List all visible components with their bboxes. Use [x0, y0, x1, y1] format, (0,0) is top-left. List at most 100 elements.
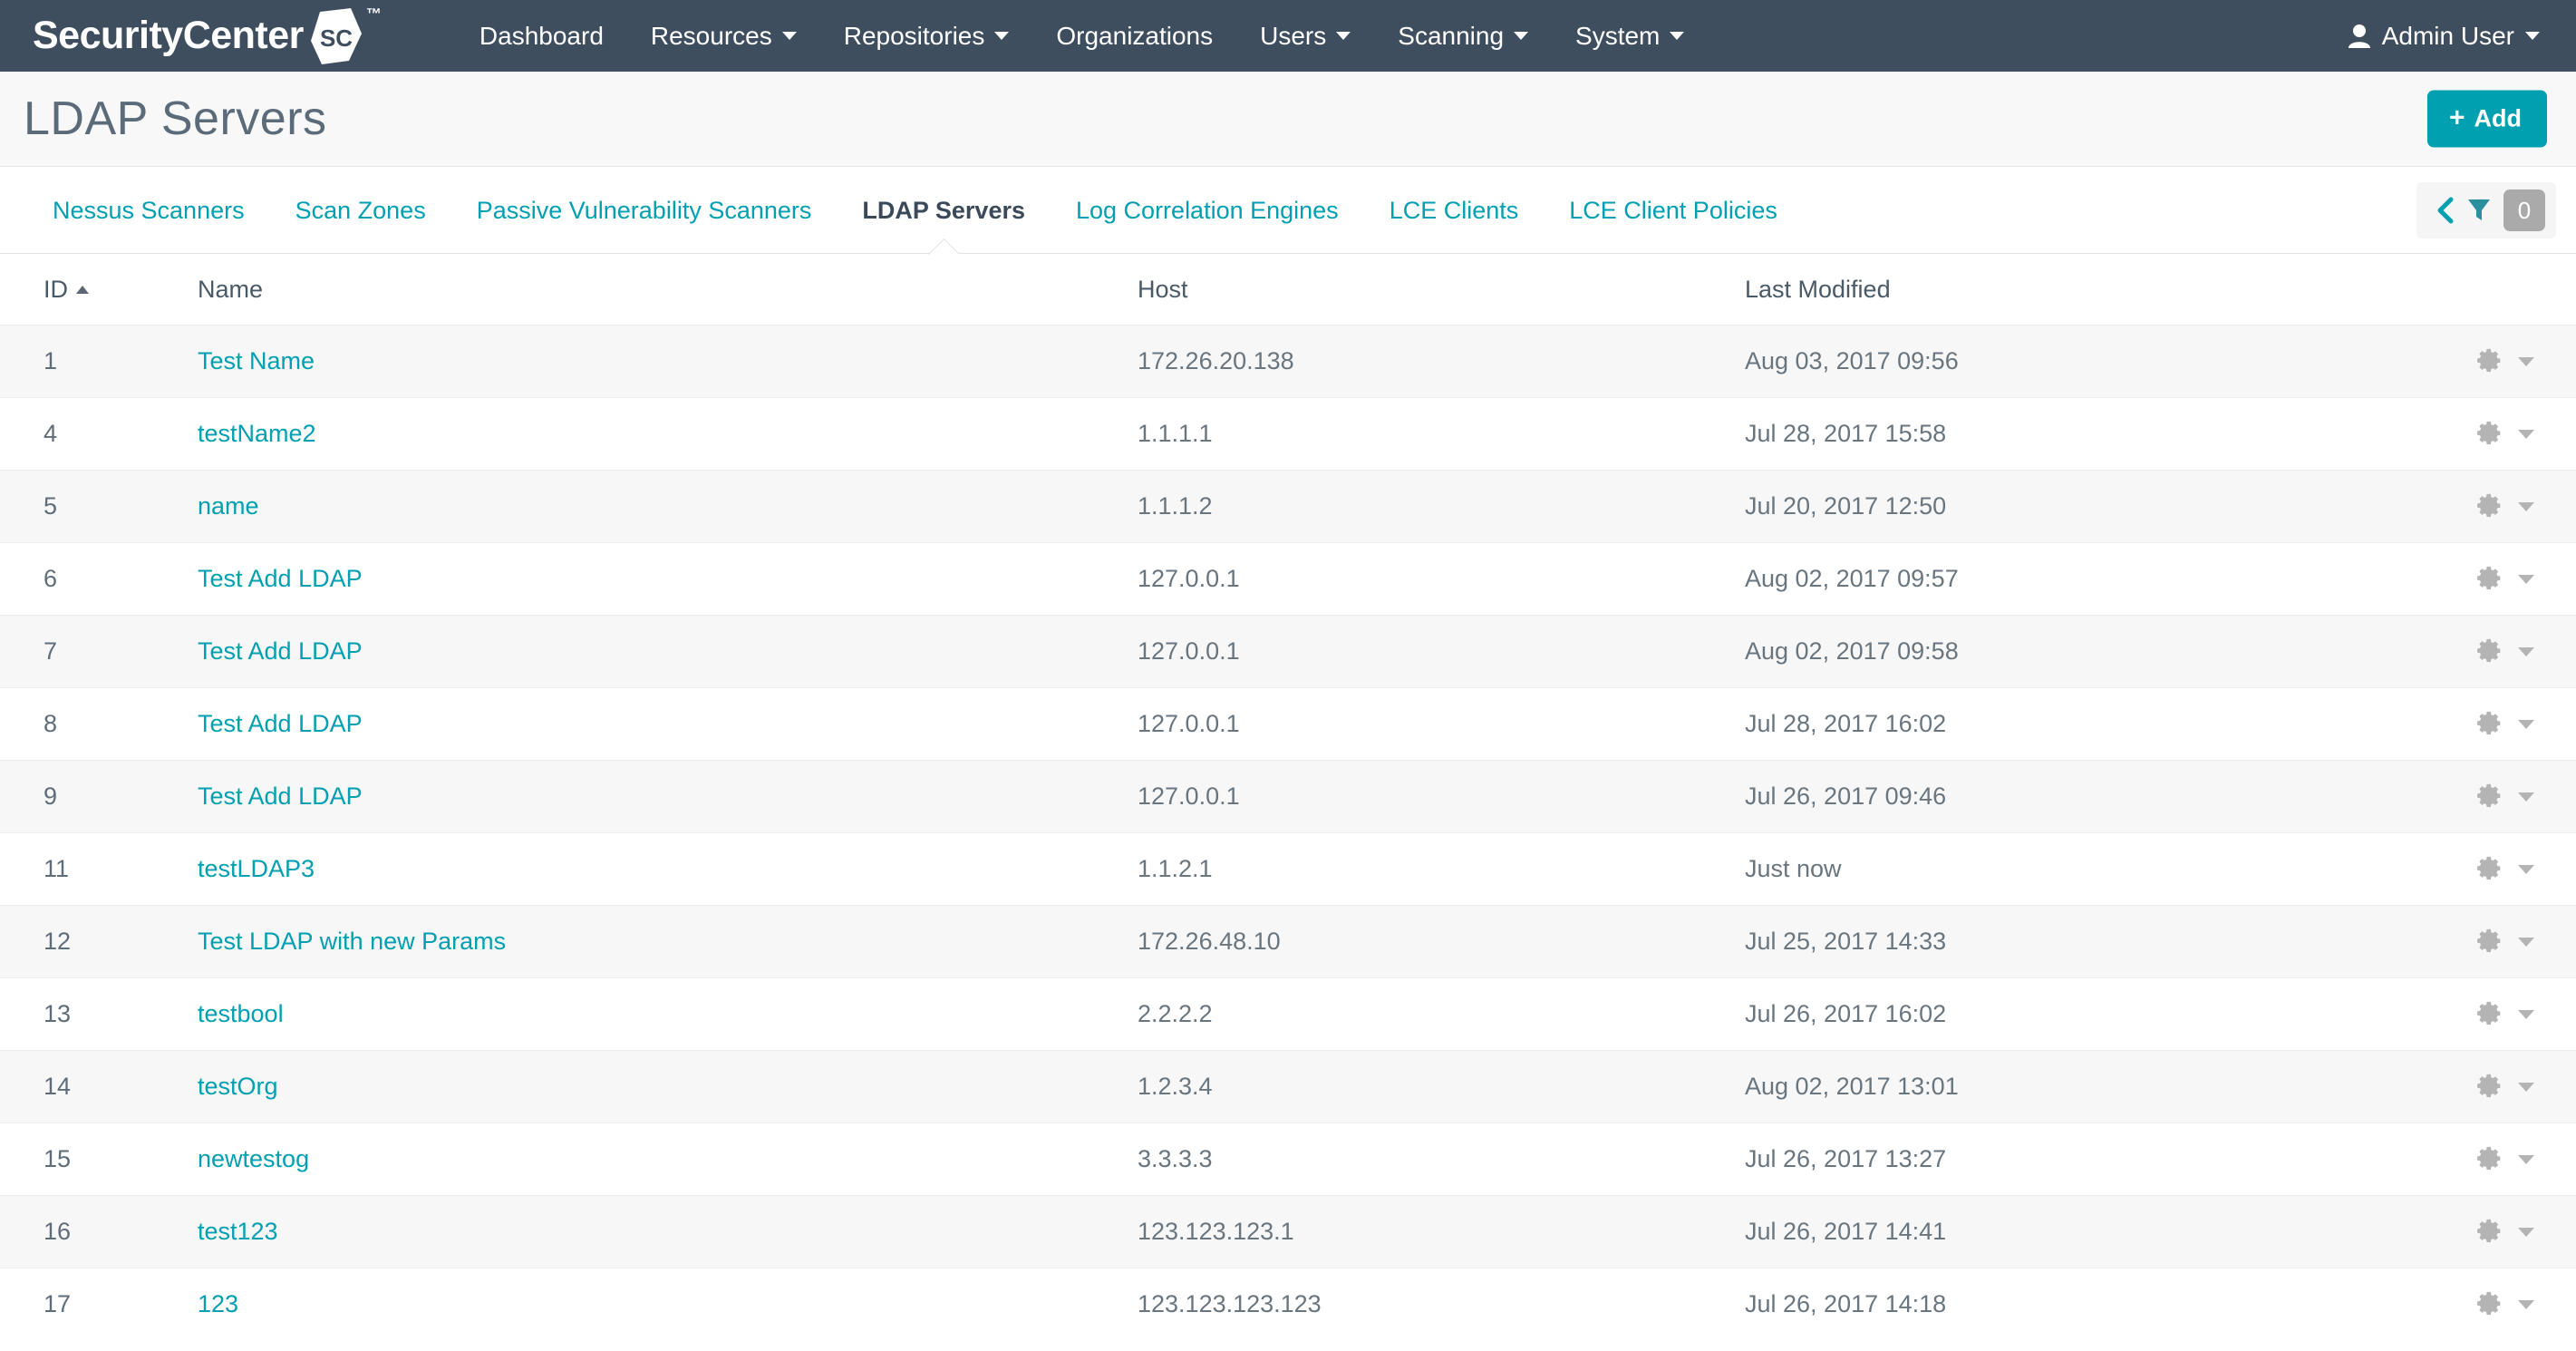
- table-row[interactable]: 15 newtestog 3.3.3.3 Jul 26, 2017 13:27: [0, 1123, 2576, 1195]
- column-header-name[interactable]: Name: [198, 276, 1138, 304]
- cell-name-link[interactable]: testLDAP3: [198, 855, 315, 882]
- nav-item-repositories[interactable]: Repositories: [820, 0, 1033, 72]
- cell-name-link[interactable]: 123: [198, 1290, 238, 1317]
- row-actions-chevron-down-icon[interactable]: [2518, 574, 2534, 584]
- cell-name-link[interactable]: testOrg: [198, 1073, 278, 1100]
- cell-name-link[interactable]: newtestog: [198, 1145, 309, 1172]
- gear-icon[interactable]: [2476, 421, 2503, 448]
- gear-icon[interactable]: [2476, 1146, 2503, 1173]
- cell-name-link[interactable]: test123: [198, 1218, 278, 1245]
- trademark-symbol: ™: [365, 5, 382, 23]
- table-row[interactable]: 17 123 123.123.123.123 Jul 26, 2017 14:18: [0, 1268, 2576, 1340]
- tab-lce-clients[interactable]: LCE Clients: [1364, 167, 1545, 254]
- gear-icon[interactable]: [2476, 1291, 2503, 1318]
- cell-id: 11: [44, 855, 70, 882]
- tab-label: LDAP Servers: [862, 196, 1025, 224]
- cell-last-modified: Aug 03, 2017 09:56: [1745, 347, 1959, 374]
- row-actions-chevron-down-icon[interactable]: [2518, 719, 2534, 729]
- tab-passive-vulnerability-scanners[interactable]: Passive Vulnerability Scanners: [451, 167, 838, 254]
- row-actions-chevron-down-icon[interactable]: [2518, 1154, 2534, 1164]
- gear-icon[interactable]: [2476, 638, 2503, 666]
- gear-icon[interactable]: [2476, 711, 2503, 738]
- nav-item-label: Users: [1260, 21, 1327, 50]
- nav-item-scanning[interactable]: Scanning: [1374, 0, 1552, 72]
- page-title: LDAP Servers: [24, 92, 327, 145]
- table-row[interactable]: 14 testOrg 1.2.3.4 Aug 02, 2017 13:01: [0, 1050, 2576, 1123]
- cell-host: 127.0.0.1: [1138, 637, 1240, 665]
- cell-name-link[interactable]: Test Add LDAP: [198, 637, 363, 665]
- gear-icon[interactable]: [2476, 928, 2503, 956]
- row-actions-chevron-down-icon[interactable]: [2518, 429, 2534, 439]
- row-actions-chevron-down-icon[interactable]: [2518, 1009, 2534, 1019]
- row-actions-chevron-down-icon[interactable]: [2518, 501, 2534, 511]
- gear-icon[interactable]: [2476, 566, 2503, 593]
- row-actions-chevron-down-icon[interactable]: [2518, 937, 2534, 947]
- nav-item-organizations[interactable]: Organizations: [1032, 0, 1236, 72]
- table-row[interactable]: 11 testLDAP3 1.1.2.1 Just now: [0, 832, 2576, 905]
- chevron-left-icon[interactable]: [2427, 197, 2462, 224]
- table-header-row: ID Name Host Last Modified: [0, 254, 2576, 325]
- nav-item-system[interactable]: System: [1552, 0, 1708, 72]
- table-row[interactable]: 12 Test LDAP with new Params 172.26.48.10 J…: [0, 905, 2576, 977]
- cell-name-link[interactable]: Test LDAP with new Params: [198, 928, 506, 955]
- row-actions-chevron-down-icon[interactable]: [2518, 1227, 2534, 1237]
- cell-name-link[interactable]: name: [198, 492, 259, 520]
- cell-last-modified: Aug 02, 2017 09:58: [1745, 637, 1959, 665]
- nav-item-resources[interactable]: Resources: [627, 0, 820, 72]
- row-actions-chevron-down-icon[interactable]: [2518, 356, 2534, 366]
- nav-item-users[interactable]: Users: [1236, 0, 1374, 72]
- tab-ldap-servers[interactable]: LDAP Servers: [837, 167, 1051, 254]
- column-header-id[interactable]: ID: [0, 276, 198, 304]
- tab-lce-client-policies[interactable]: LCE Client Policies: [1544, 167, 1803, 254]
- table-row[interactable]: 16 test123 123.123.123.1 Jul 26, 2017 14:41: [0, 1195, 2576, 1268]
- table-row[interactable]: 9 Test Add LDAP 127.0.0.1 Jul 26, 2017 09:4…: [0, 760, 2576, 832]
- top-navigation-bar: SecurityCenter SC ™ Dashboard Resources …: [0, 0, 2576, 72]
- cell-last-modified: Jul 26, 2017 16:02: [1745, 1000, 1947, 1027]
- gear-icon[interactable]: [2476, 1074, 2503, 1101]
- table-row[interactable]: 4 testName2 1.1.1.1 Jul 28, 2017 15:58: [0, 397, 2576, 470]
- gear-icon[interactable]: [2476, 1219, 2503, 1246]
- cell-name-link[interactable]: testName2: [198, 420, 316, 447]
- cell-name-link[interactable]: Test Add LDAP: [198, 710, 363, 737]
- column-header-label: Name: [198, 275, 264, 303]
- nav-item-dashboard[interactable]: Dashboard: [456, 0, 627, 72]
- row-actions-chevron-down-icon[interactable]: [2518, 646, 2534, 656]
- gear-icon[interactable]: [2476, 783, 2503, 811]
- cell-host: 127.0.0.1: [1138, 782, 1240, 810]
- gear-icon[interactable]: [2476, 493, 2503, 520]
- brand-logo[interactable]: SecurityCenter SC ™: [0, 0, 382, 72]
- column-header-last-modified[interactable]: Last Modified: [1745, 276, 2476, 304]
- tab-scan-zones[interactable]: Scan Zones: [270, 167, 451, 254]
- table-row[interactable]: 6 Test Add LDAP 127.0.0.1 Aug 02, 2017 09:5…: [0, 542, 2576, 615]
- tab-nessus-scanners[interactable]: Nessus Scanners: [27, 167, 270, 254]
- page-header: LDAP Servers + Add: [0, 72, 2576, 167]
- table-row[interactable]: 13 testbool 2.2.2.2 Jul 26, 2017 16:02: [0, 977, 2576, 1050]
- cell-name-link[interactable]: Test Add LDAP: [198, 565, 363, 592]
- tab-label: Scan Zones: [295, 196, 426, 224]
- gear-icon[interactable]: [2476, 1001, 2503, 1028]
- table-row[interactable]: 7 Test Add LDAP 127.0.0.1 Aug 02, 2017 09:5…: [0, 615, 2576, 687]
- tab-list: Nessus Scanners Scan Zones Passive Vulne…: [0, 167, 1803, 254]
- filter-funnel-icon[interactable]: [2462, 198, 2496, 223]
- gear-icon[interactable]: [2476, 348, 2503, 375]
- table-row[interactable]: 1 Test Name 172.26.20.138 Aug 03, 2017 09:5…: [0, 325, 2576, 397]
- cell-name-link[interactable]: Test Name: [198, 347, 315, 374]
- row-actions-chevron-down-icon[interactable]: [2518, 864, 2534, 874]
- filter-count-badge[interactable]: 0: [2503, 190, 2545, 231]
- column-header-host[interactable]: Host: [1138, 276, 1745, 304]
- table-row[interactable]: 8 Test Add LDAP 127.0.0.1 Jul 28, 2017 16:0…: [0, 687, 2576, 760]
- add-button[interactable]: + Add: [2426, 90, 2547, 148]
- cell-last-modified: Jul 20, 2017 12:50: [1745, 492, 1947, 520]
- gear-icon[interactable]: [2476, 856, 2503, 883]
- user-menu[interactable]: Admin User: [2348, 0, 2540, 72]
- cell-name-link[interactable]: testbool: [198, 1000, 284, 1027]
- tab-log-correlation-engines[interactable]: Log Correlation Engines: [1051, 167, 1364, 254]
- row-actions-chevron-down-icon[interactable]: [2518, 1299, 2534, 1309]
- cell-name-link[interactable]: Test Add LDAP: [198, 782, 363, 810]
- chevron-down-icon: [1670, 32, 1685, 40]
- table-row[interactable]: 5 name 1.1.1.2 Jul 20, 2017 12:50: [0, 470, 2576, 542]
- row-actions-chevron-down-icon[interactable]: [2518, 1082, 2534, 1092]
- cell-host: 1.1.1.1: [1138, 420, 1213, 447]
- tab-label: Nessus Scanners: [53, 196, 245, 224]
- row-actions-chevron-down-icon[interactable]: [2518, 792, 2534, 802]
